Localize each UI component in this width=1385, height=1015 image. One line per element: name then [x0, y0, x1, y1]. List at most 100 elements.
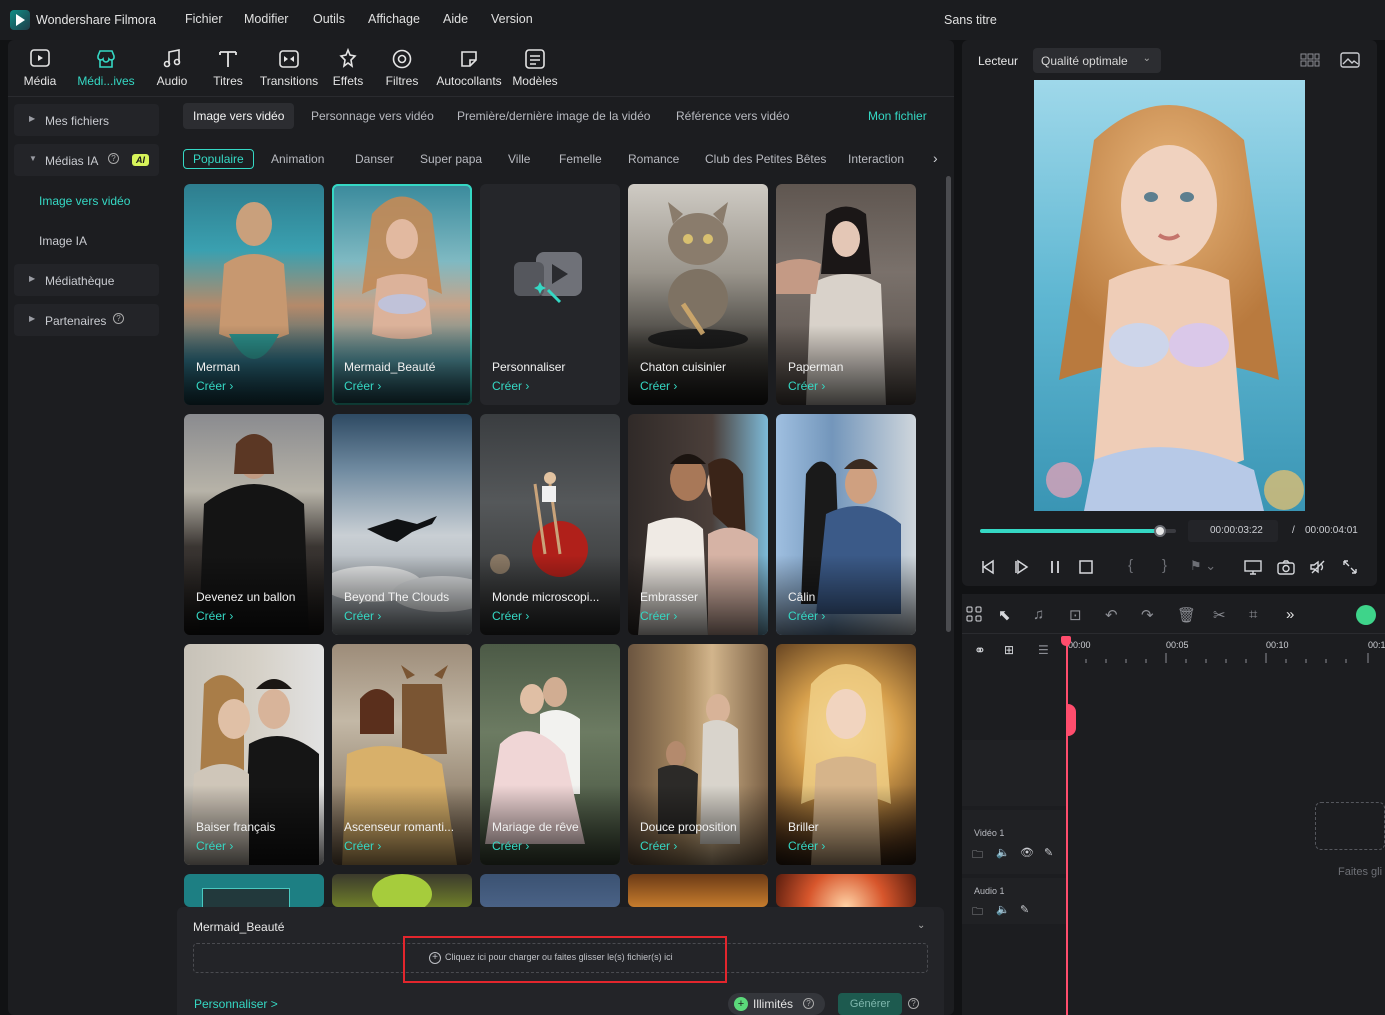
toolbar-ai-media[interactable]: Médi...ives	[76, 48, 136, 96]
category-interaction[interactable]: Interaction	[848, 152, 904, 166]
link-off-icon[interactable]: ⚭	[974, 642, 986, 659]
category-next-icon[interactable]: ›	[933, 150, 938, 166]
ai-assistant-icon[interactable]	[1356, 605, 1376, 625]
tab-image-to-video[interactable]: Image vers vidéo	[183, 103, 295, 129]
speaker-icon[interactable]: 🔈	[996, 846, 1010, 859]
toolbar-media[interactable]: Média	[22, 48, 58, 96]
sidebar-item-image-to-video[interactable]: Image vers vidéo	[39, 194, 130, 208]
category-super-dad[interactable]: Super papa	[420, 152, 482, 166]
create-link[interactable]: Créer ›	[492, 839, 529, 853]
template-card-partial[interactable]	[480, 874, 620, 907]
grid-scrollbar[interactable]	[946, 176, 951, 632]
play-icon[interactable]	[1013, 558, 1031, 579]
more-tools-icon[interactable]: »	[1286, 606, 1294, 623]
split-scissors-icon[interactable]: ✂	[1213, 606, 1226, 624]
tab-first-last-frame[interactable]: Première/dernière image de la vidéo	[447, 103, 660, 129]
menu-outils[interactable]: Outils	[313, 12, 345, 26]
help-icon[interactable]: ?	[108, 153, 119, 164]
template-card[interactable]: Ascenseur romanti... Créer ›	[332, 644, 472, 865]
tab-reference-to-video[interactable]: Référence vers vidéo	[666, 103, 799, 129]
category-pets-club[interactable]: Club des Petites Bêtes	[705, 152, 826, 166]
create-link[interactable]: Créer ›	[196, 609, 233, 623]
template-card[interactable]: Mermaid_Beauté Créer ›	[332, 184, 472, 405]
template-card[interactable]: Monde microscopi... Créer ›	[480, 414, 620, 635]
menu-affichage[interactable]: Affichage	[368, 12, 420, 26]
template-card[interactable]: Personnaliser Créer ›	[480, 184, 620, 405]
create-link[interactable]: Créer ›	[788, 839, 825, 853]
template-card[interactable]: Embrasser Créer ›	[628, 414, 768, 635]
create-link[interactable]: Créer ›	[492, 609, 529, 623]
camera-snapshot-icon[interactable]	[1277, 558, 1295, 579]
grid-view-icon[interactable]	[1300, 53, 1320, 67]
create-link[interactable]: Créer ›	[788, 379, 825, 393]
my-file-link[interactable]: Mon fichier	[868, 109, 927, 123]
mute-volume-icon[interactable]	[1309, 558, 1327, 579]
customize-link[interactable]: Personnaliser >	[194, 997, 278, 1011]
menu-fichier[interactable]: Fichier	[185, 12, 223, 26]
audio-track-icon[interactable]: ♫	[1033, 606, 1044, 623]
tab-character-to-video[interactable]: Personnage vers vidéo	[301, 103, 444, 129]
create-link[interactable]: Créer ›	[196, 379, 233, 393]
template-card[interactable]: Briller Créer ›	[776, 644, 916, 865]
category-dance[interactable]: Danser	[355, 152, 394, 166]
magic-wand-icon[interactable]: ✎	[1020, 903, 1029, 916]
category-popular[interactable]: Populaire	[183, 149, 254, 169]
category-romance[interactable]: Romance	[628, 152, 679, 166]
toolbar-templates[interactable]: Modèles	[510, 48, 560, 96]
toolbar-titles[interactable]: Titres	[210, 48, 246, 96]
template-card-partial[interactable]	[332, 874, 472, 907]
display-settings-icon[interactable]	[1244, 558, 1262, 579]
toolbar-audio[interactable]: Audio	[154, 48, 190, 96]
sidebar-item-ai-media[interactable]: ▼ Médias IA ? AI	[14, 144, 159, 176]
layout-grid-icon[interactable]	[966, 606, 982, 625]
fullscreen-icon[interactable]	[1341, 558, 1359, 579]
sidebar-item-partners[interactable]: ▶ Partenaires ?	[14, 304, 159, 336]
time-ruler[interactable]: 00:00 00:05 00:10 00:1	[1066, 636, 1385, 666]
template-card[interactable]: Devenez un ballon Créer ›	[184, 414, 324, 635]
category-female[interactable]: Femelle	[559, 152, 602, 166]
track-manager-icon[interactable]: ☰	[1038, 643, 1049, 657]
folder-icon[interactable]: 🗀	[972, 846, 983, 865]
crop-icon[interactable]: ⌗	[1249, 606, 1257, 623]
menu-version[interactable]: Version	[491, 12, 533, 26]
toolbar-filters[interactable]: Filtres	[384, 48, 420, 96]
toolbar-stickers[interactable]: Autocollants	[434, 48, 504, 96]
previous-frame-icon[interactable]	[980, 558, 998, 579]
template-card[interactable]: Chaton cuisinier Créer ›	[628, 184, 768, 405]
create-link[interactable]: Créer ›	[788, 609, 825, 623]
mark-out-icon[interactable]: }	[1162, 557, 1167, 574]
playhead-marker[interactable]	[1066, 704, 1076, 736]
category-animation[interactable]: Animation	[271, 152, 324, 166]
menu-modifier[interactable]: Modifier	[244, 12, 288, 26]
template-card[interactable]: Baiser français Créer ›	[184, 644, 324, 865]
upload-instruction[interactable]: + Cliquez ici pour charger ou faites glis…	[429, 952, 673, 964]
category-city[interactable]: Ville	[508, 152, 530, 166]
speaker-icon[interactable]: 🔈	[996, 903, 1010, 916]
mark-in-icon[interactable]: {	[1128, 557, 1133, 574]
add-track-icon[interactable]: ⊞	[1004, 643, 1014, 657]
help-icon[interactable]: ?	[803, 998, 814, 1009]
sidebar-item-library[interactable]: ▶ Médiathèque	[14, 264, 159, 296]
video-preview[interactable]	[1034, 80, 1305, 511]
stop-icon[interactable]	[1077, 558, 1095, 579]
template-card[interactable]: Douce proposition Créer ›	[628, 644, 768, 865]
create-link[interactable]: Créer ›	[492, 379, 529, 393]
playhead-line[interactable]	[1066, 636, 1068, 1015]
playback-progress-track[interactable]	[980, 529, 1176, 533]
create-link[interactable]: Créer ›	[344, 609, 381, 623]
generate-button[interactable]: Générer	[838, 993, 902, 1015]
template-card[interactable]: Paperman Créer ›	[776, 184, 916, 405]
create-link[interactable]: Créer ›	[640, 839, 677, 853]
toolbar-effects[interactable]: Effets	[330, 48, 366, 96]
create-link[interactable]: Créer ›	[640, 379, 677, 393]
pause-icon[interactable]	[1046, 558, 1064, 579]
create-link[interactable]: Créer ›	[640, 609, 677, 623]
template-card[interactable]: Mariage de rêve Créer ›	[480, 644, 620, 865]
create-link[interactable]: Créer ›	[344, 379, 381, 393]
redo-icon[interactable]: ↷	[1141, 606, 1154, 624]
sidebar-item-my-files[interactable]: ▶ Mes fichiers	[14, 104, 159, 136]
chevron-down-icon[interactable]: ⌄	[917, 920, 925, 931]
help-icon[interactable]: ?	[113, 313, 124, 324]
help-icon[interactable]: ?	[908, 998, 919, 1009]
template-card[interactable]: Merman Créer ›	[184, 184, 324, 405]
